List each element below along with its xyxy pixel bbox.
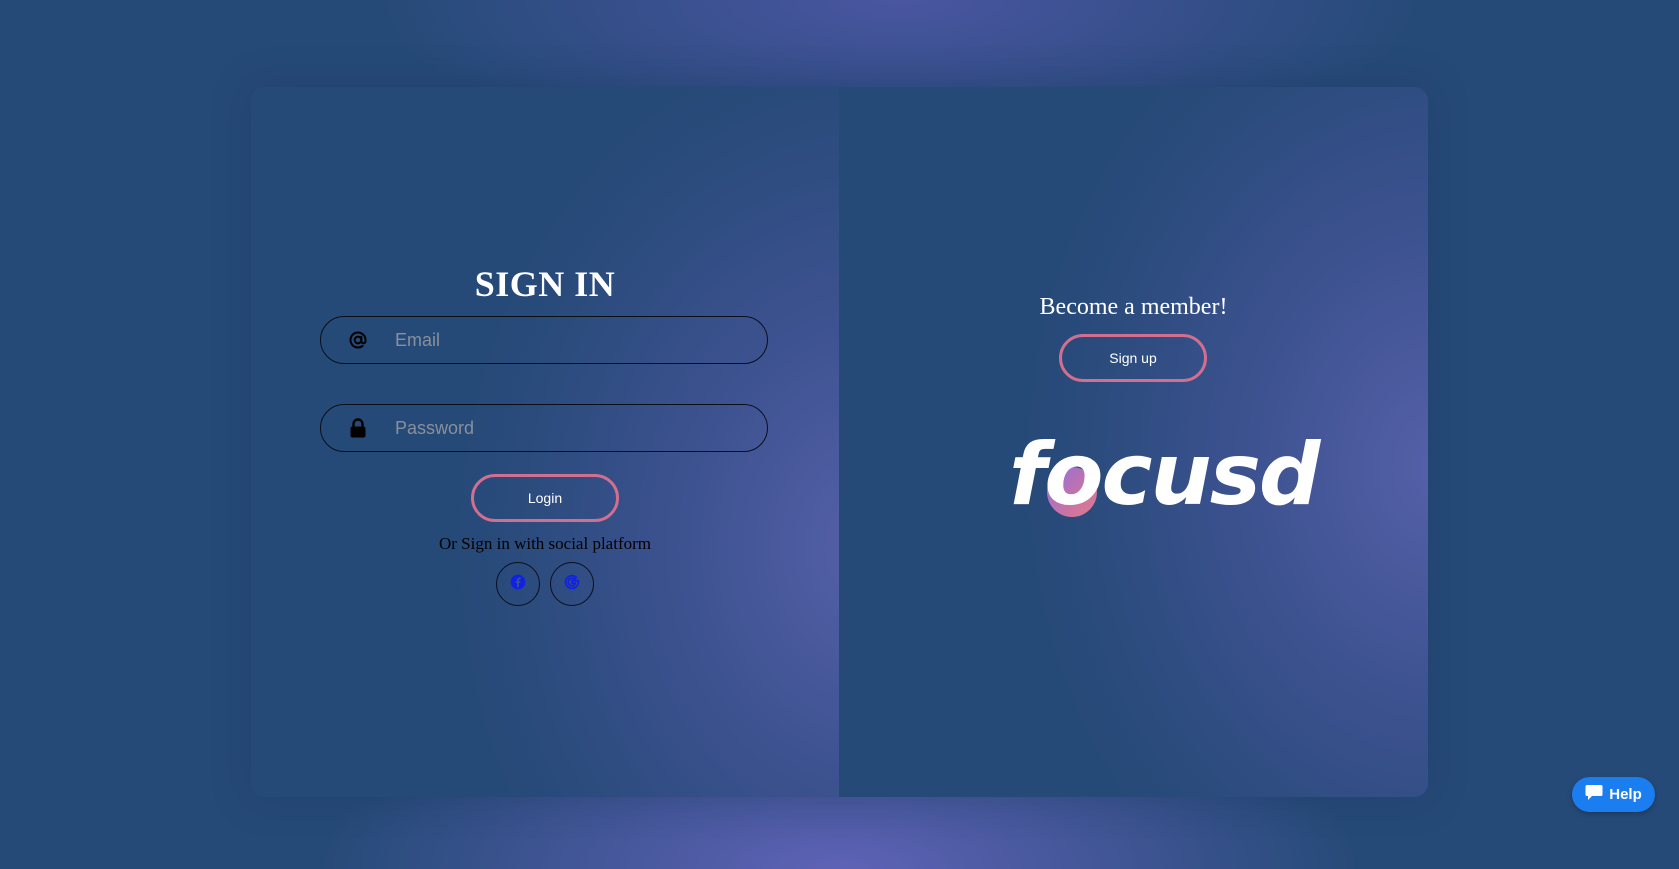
help-button[interactable]: Help bbox=[1572, 777, 1655, 812]
signup-button[interactable]: Sign up bbox=[1059, 334, 1207, 382]
auth-card: SIGN IN Login Or Sign in with social pla… bbox=[251, 87, 1428, 797]
social-signin-text: Or Sign in with social platform bbox=[438, 534, 651, 553]
logo-text: focusd bbox=[1009, 425, 1320, 525]
lock-icon bbox=[345, 418, 371, 438]
chat-bubble-icon bbox=[1585, 784, 1603, 805]
become-member-text: Become a member! bbox=[1039, 294, 1228, 320]
login-button[interactable]: Login bbox=[471, 474, 619, 522]
facebook-button[interactable] bbox=[496, 562, 540, 606]
signin-panel: SIGN IN Login Or Sign in with social pla… bbox=[251, 87, 839, 797]
email-input[interactable] bbox=[393, 328, 747, 352]
google-icon bbox=[563, 573, 581, 596]
password-field[interactable] bbox=[320, 404, 768, 452]
at-sign-icon bbox=[345, 330, 371, 350]
email-field[interactable] bbox=[320, 316, 768, 364]
google-button[interactable] bbox=[550, 562, 594, 606]
facebook-icon bbox=[510, 574, 526, 595]
password-input[interactable] bbox=[393, 416, 747, 440]
social-buttons bbox=[251, 562, 839, 606]
signin-title: SIGN IN bbox=[474, 264, 616, 304]
focusd-logo: focusd bbox=[1009, 430, 1320, 520]
help-label: Help bbox=[1609, 786, 1642, 803]
signup-panel: Become a member! Sign up focusd bbox=[839, 87, 1428, 797]
